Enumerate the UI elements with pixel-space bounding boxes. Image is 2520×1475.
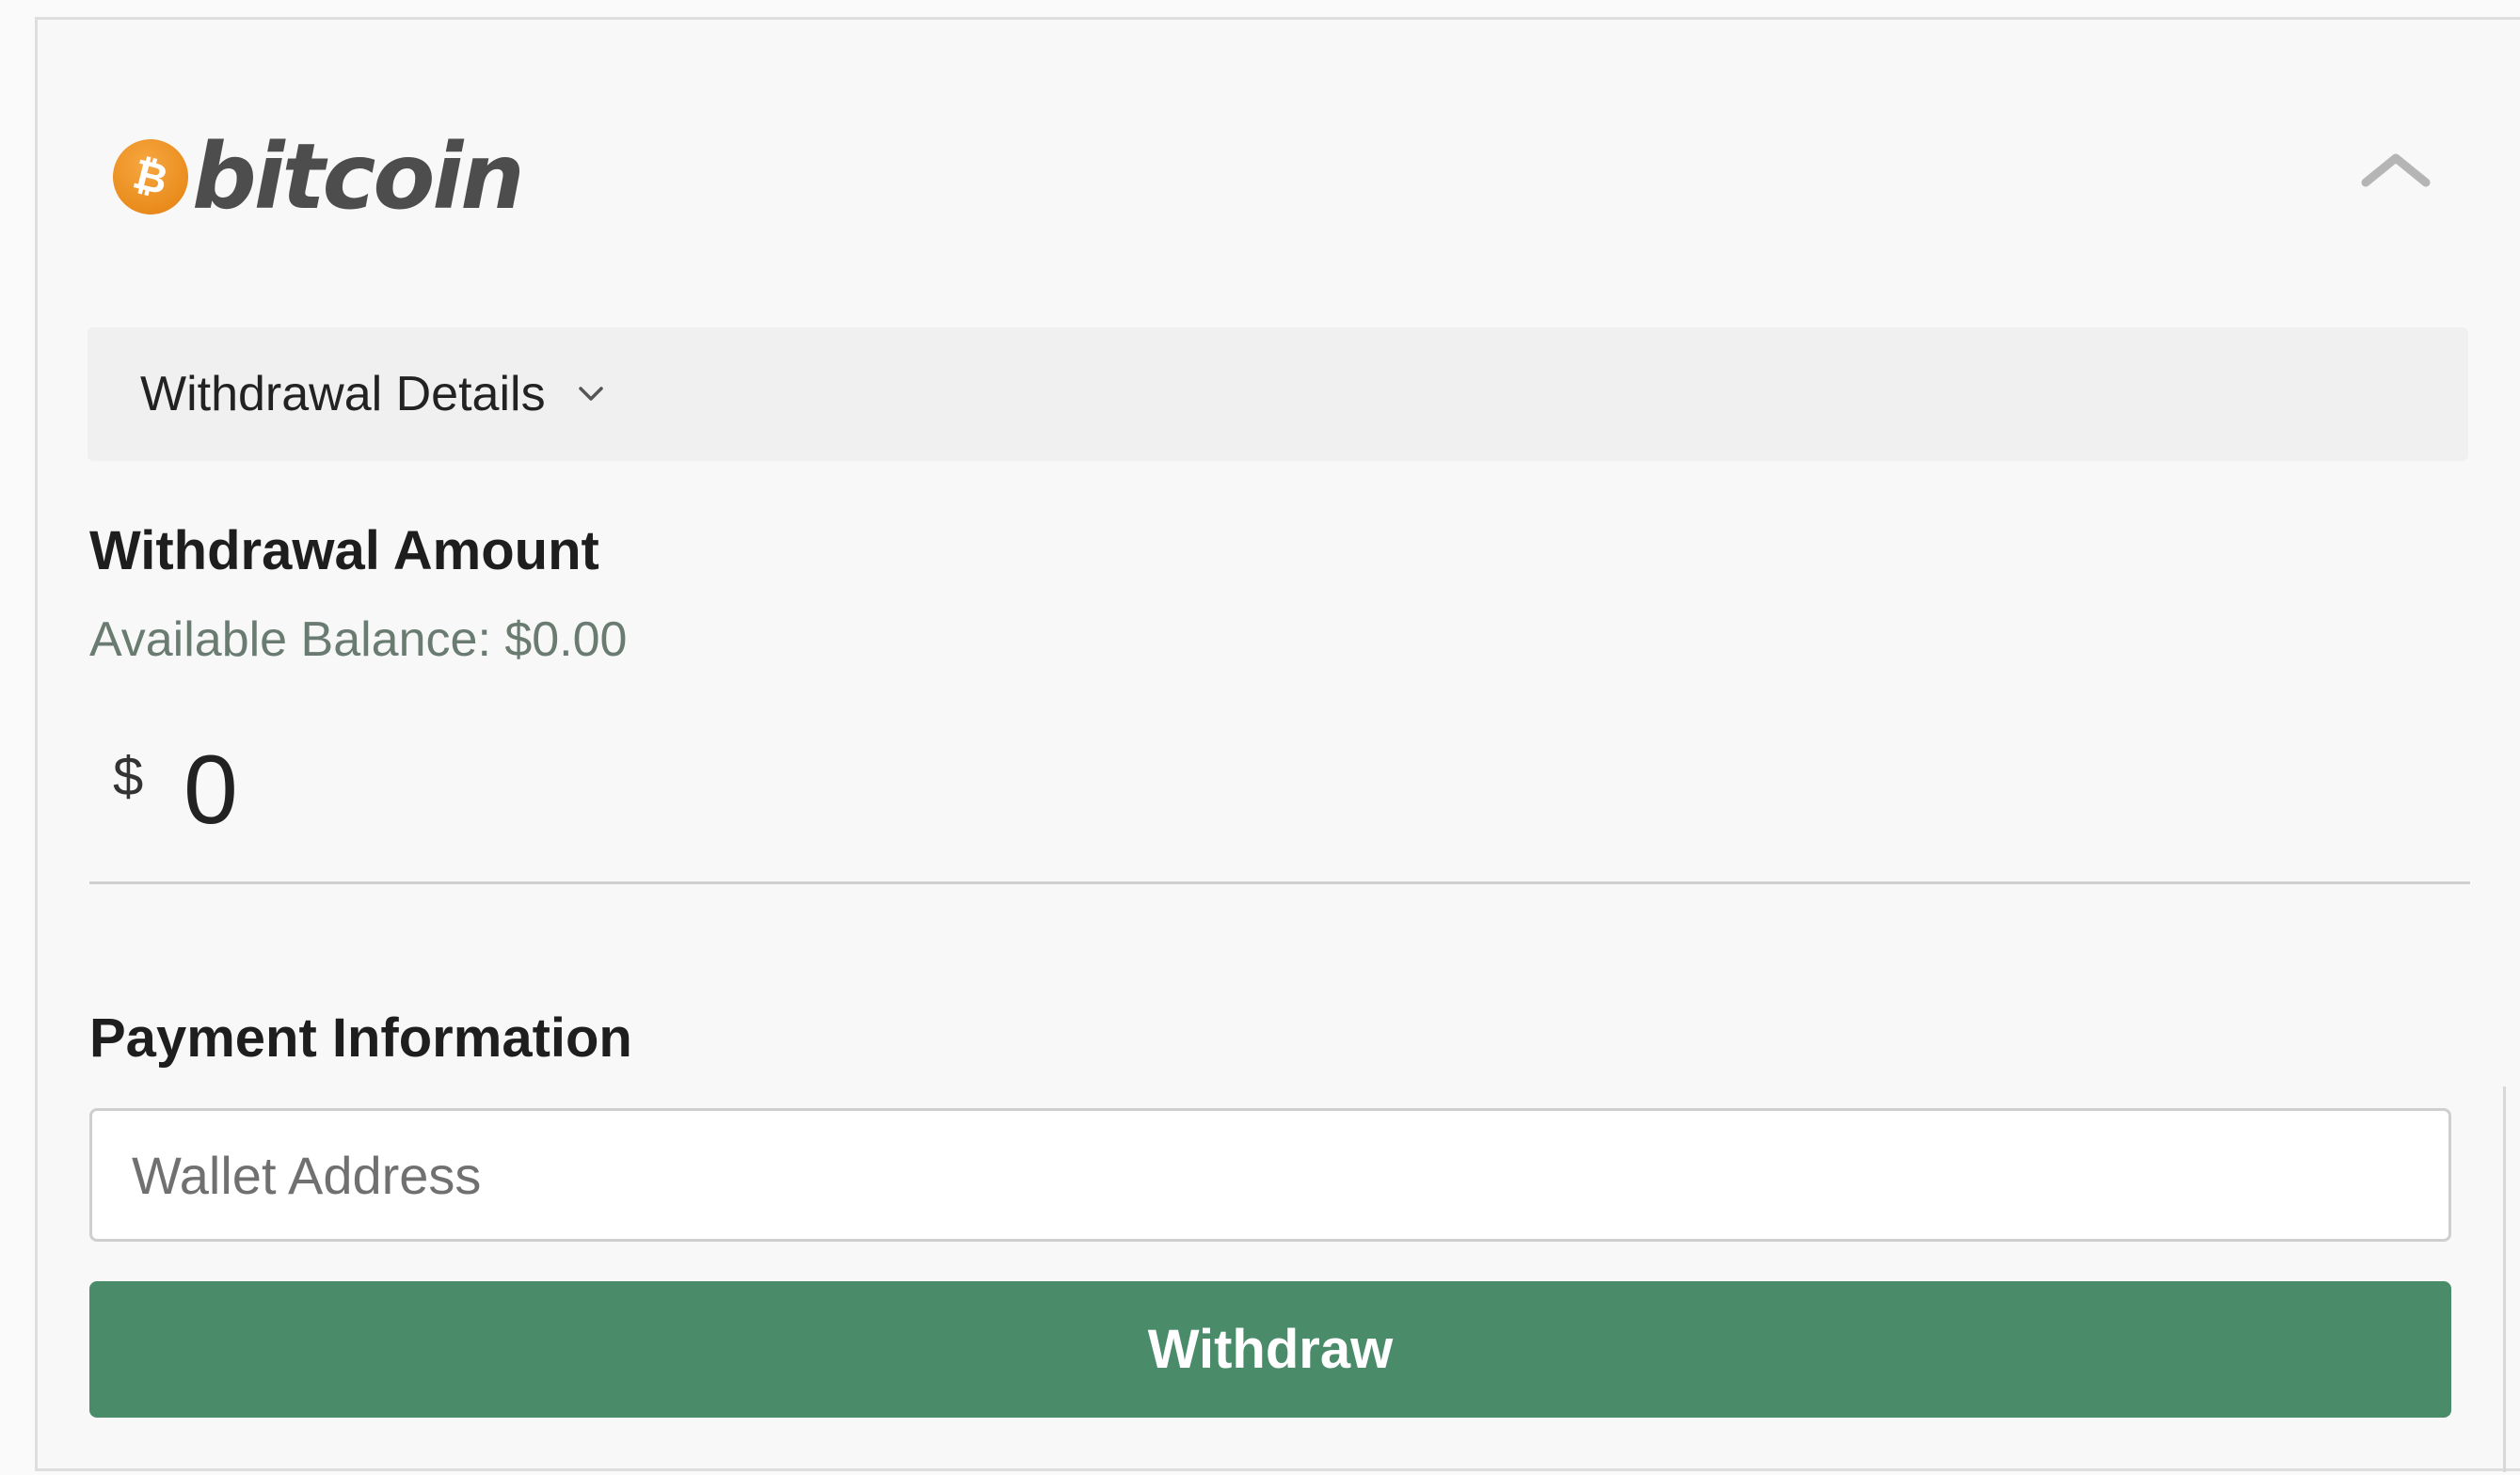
bitcoin-coin-icon: ₿ (104, 131, 197, 223)
withdraw-button[interactable]: Withdraw (89, 1281, 2451, 1418)
bitcoin-logo: ₿ bitcoin (104, 124, 525, 230)
currency-symbol: $ (113, 746, 144, 807)
available-balance: Available Balance: $0.00 (89, 612, 628, 667)
collapse-panel-button[interactable] (2358, 141, 2433, 198)
payment-information-heading: Payment Information (89, 1007, 632, 1069)
withdrawal-details-label: Withdrawal Details (140, 367, 546, 421)
withdrawal-details-toggle[interactable]: Withdrawal Details (88, 327, 2468, 461)
chevron-up-icon (2361, 153, 2431, 187)
wallet-address-input[interactable] (89, 1108, 2451, 1242)
amount-underline (89, 881, 2470, 884)
amount-input[interactable] (183, 734, 1313, 847)
withdrawal-page: ₿ bitcoin Withdrawal Details Withdrawal … (0, 0, 2520, 1475)
scrollbar-track[interactable] (2503, 1086, 2506, 1472)
bitcoin-wordmark: bitcoin (192, 124, 525, 230)
withdrawal-amount-heading: Withdrawal Amount (89, 520, 599, 581)
chevron-down-icon (578, 386, 604, 403)
amount-field: $ (89, 734, 2470, 884)
